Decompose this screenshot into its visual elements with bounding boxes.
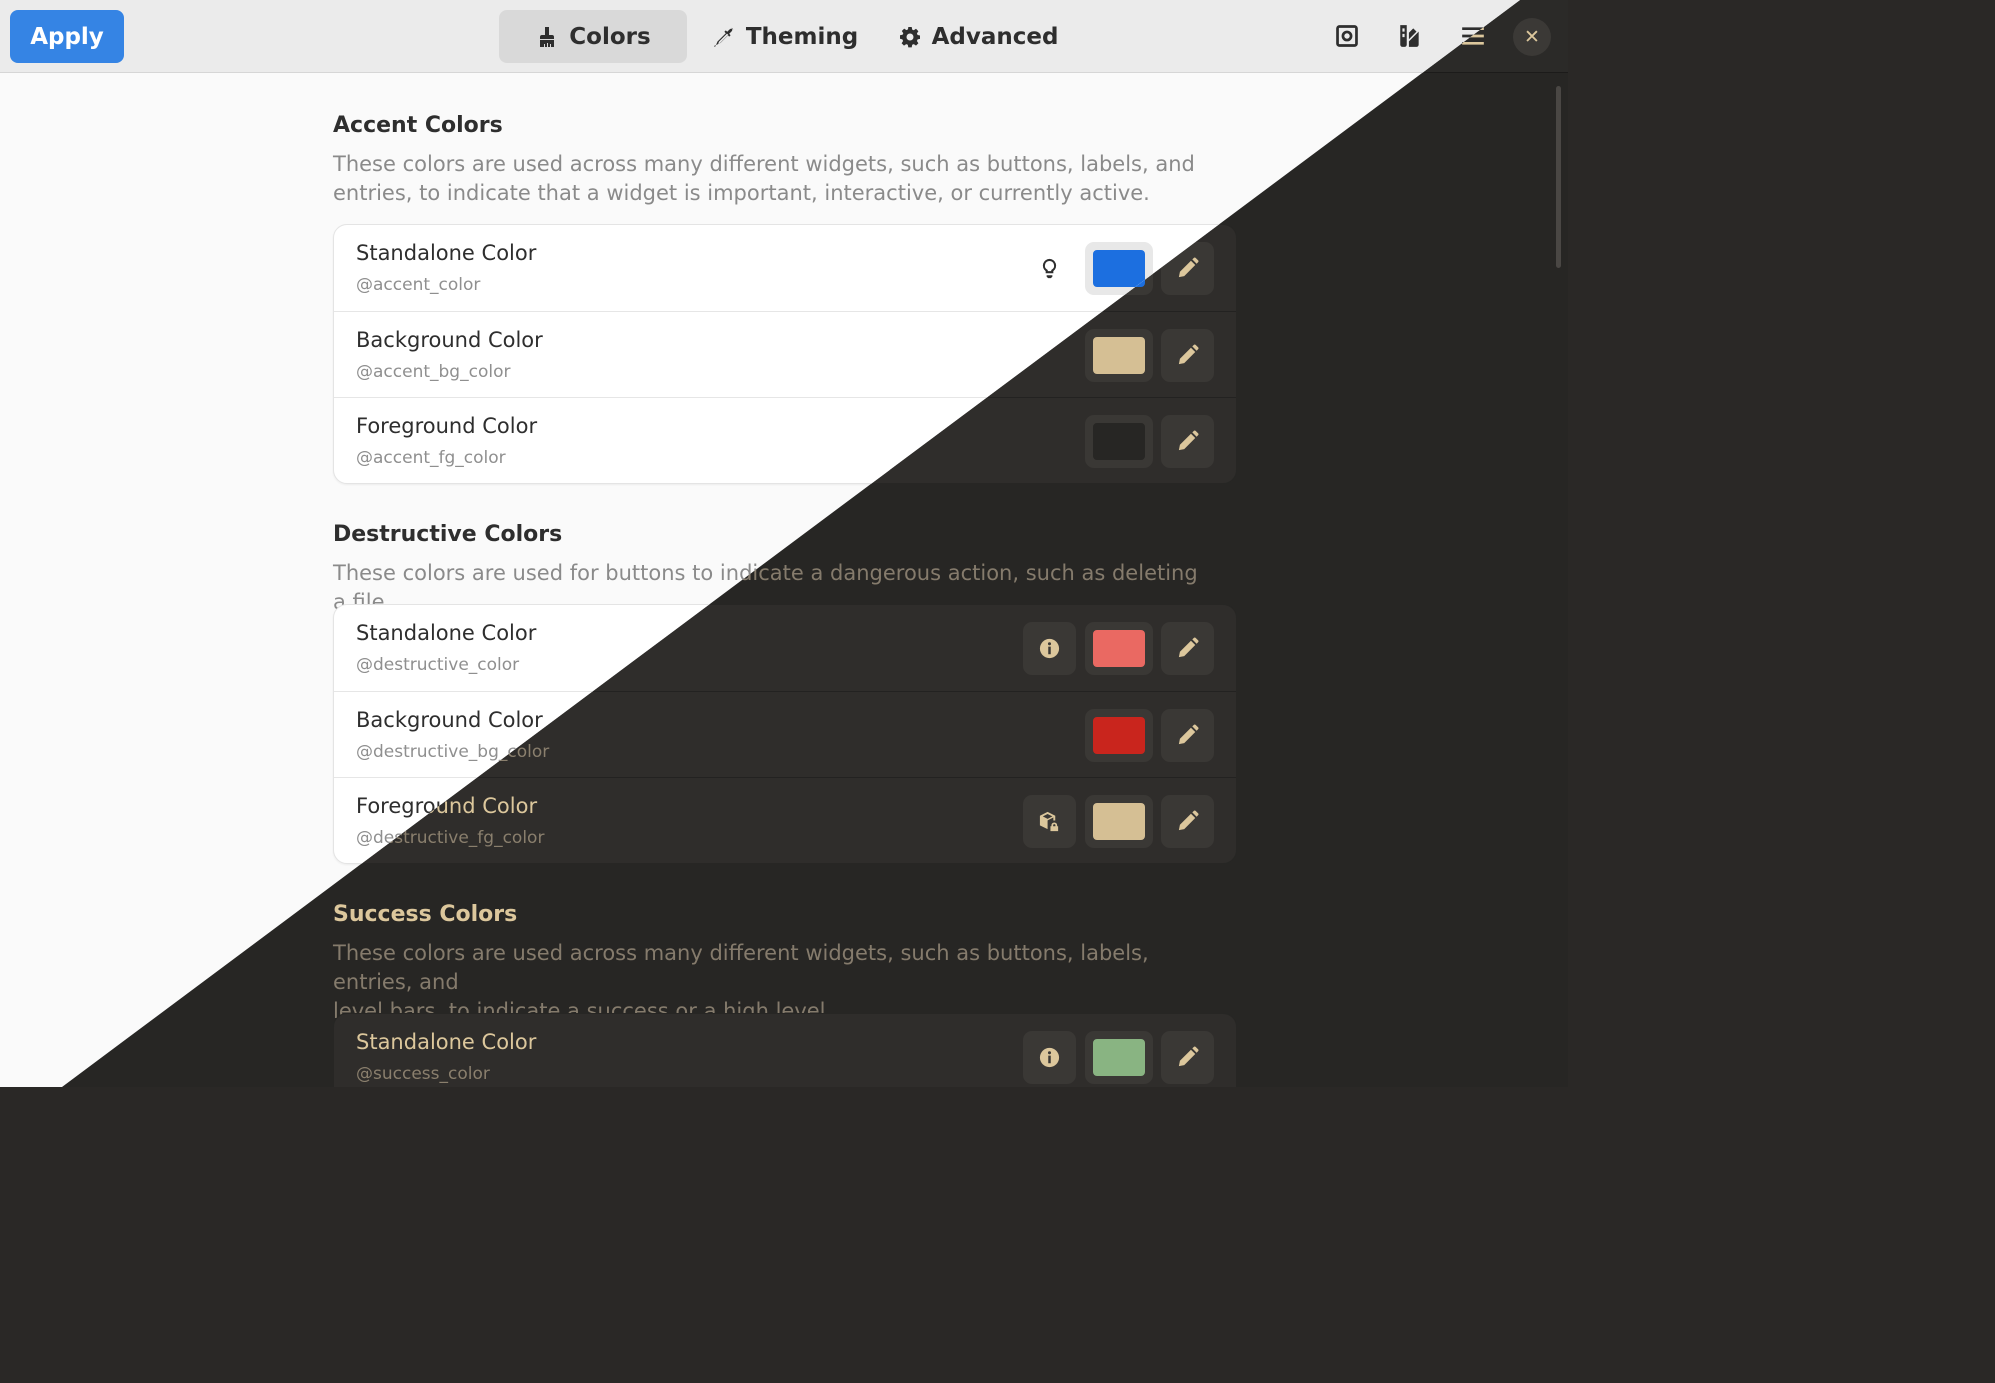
edit-button[interactable] bbox=[1161, 709, 1214, 762]
gear-icon bbox=[899, 26, 920, 47]
info-button[interactable] bbox=[1023, 622, 1076, 675]
pencil-icon bbox=[1178, 1046, 1199, 1067]
desc-line: These colors are used across many differ… bbox=[333, 152, 1195, 176]
lightbulb-icon bbox=[1042, 258, 1057, 279]
row-variable: @accent_color bbox=[356, 275, 481, 295]
row-title: Standalone Color bbox=[356, 1030, 537, 1054]
row-title: Background Color bbox=[356, 708, 543, 732]
package-lock-icon bbox=[1039, 811, 1059, 832]
color-swatch bbox=[1093, 1039, 1145, 1076]
apply-button[interactable]: Apply bbox=[10, 10, 124, 63]
tab-advanced[interactable]: Advanced bbox=[893, 10, 1063, 63]
row-variable: @accent_fg_color bbox=[356, 448, 506, 468]
row-title: Standalone Color bbox=[356, 621, 537, 645]
tab-label: Theming bbox=[745, 23, 859, 50]
pencil-icon bbox=[1178, 257, 1199, 278]
color-swatch bbox=[1093, 337, 1145, 374]
edit-button[interactable] bbox=[1161, 622, 1214, 675]
list-item: Standalone Color @accent_color bbox=[334, 225, 1236, 311]
pencil-icon bbox=[1178, 344, 1199, 365]
pencil-icon bbox=[1178, 810, 1199, 831]
row-title: Background Color bbox=[356, 328, 543, 352]
color-swatch-button[interactable] bbox=[1085, 415, 1153, 468]
color-swatch-button[interactable] bbox=[1085, 1031, 1153, 1084]
screenshot-icon[interactable] bbox=[1329, 18, 1365, 54]
package-lock-button[interactable] bbox=[1023, 795, 1076, 848]
row-title: Standalone Color bbox=[356, 241, 537, 265]
pencil-icon bbox=[1178, 430, 1199, 451]
palette-icon[interactable] bbox=[1392, 18, 1428, 54]
tab-label: Colors bbox=[569, 23, 651, 50]
section-title-destructive: Destructive Colors bbox=[333, 522, 563, 547]
tab-colors[interactable]: Colors bbox=[499, 10, 687, 63]
desc-line: entries, to indicate that a widget is im… bbox=[333, 181, 1150, 205]
color-swatch bbox=[1093, 803, 1145, 840]
list-item: Foreground Color @destructive_fg_color bbox=[334, 777, 1236, 863]
header-bar: Apply Colors Theming Advanced bbox=[0, 0, 1520, 73]
color-swatch bbox=[1093, 250, 1145, 287]
color-swatch-button[interactable] bbox=[1085, 709, 1153, 762]
color-swatch bbox=[1093, 630, 1145, 667]
eyedropper-icon bbox=[713, 27, 734, 47]
row-variable: @accent_bg_color bbox=[356, 362, 511, 382]
tab-theming[interactable]: Theming bbox=[706, 10, 864, 63]
color-swatch bbox=[1093, 423, 1145, 460]
list-item: Standalone Color @success_color bbox=[334, 1014, 1236, 1087]
edit-button[interactable] bbox=[1161, 795, 1214, 848]
pencil-icon bbox=[1178, 637, 1199, 658]
section-title-accent: Accent Colors bbox=[333, 113, 503, 138]
section-desc-accent: These colors are used across many differ… bbox=[333, 150, 1213, 208]
scrollbar-thumb[interactable] bbox=[1556, 86, 1561, 268]
brush-icon bbox=[540, 26, 555, 47]
color-swatch-button[interactable] bbox=[1085, 795, 1153, 848]
success-colors-card: Standalone Color @success_color bbox=[333, 1013, 1237, 1087]
row-title: Foreground Color bbox=[356, 414, 538, 438]
color-swatch-button[interactable] bbox=[1085, 329, 1153, 382]
color-swatch-button[interactable] bbox=[1085, 622, 1153, 675]
edit-button[interactable] bbox=[1161, 415, 1214, 468]
pencil-icon bbox=[1178, 724, 1199, 745]
edit-button[interactable] bbox=[1161, 329, 1214, 382]
row-variable: @success_color bbox=[356, 1064, 490, 1084]
edit-button[interactable] bbox=[1161, 1031, 1214, 1084]
info-icon bbox=[1039, 638, 1060, 659]
row-variable: @destructive_color bbox=[356, 655, 520, 675]
app-window: Apply Colors Theming Advanced ✕ bbox=[0, 0, 1568, 1087]
lightbulb-button[interactable] bbox=[1023, 242, 1076, 295]
scrollbar[interactable] bbox=[1556, 86, 1561, 268]
section-title-success: Success Colors bbox=[333, 902, 518, 927]
tab-label: Advanced bbox=[931, 23, 1059, 50]
close-button[interactable]: ✕ bbox=[1513, 18, 1551, 56]
color-swatch bbox=[1093, 717, 1145, 754]
info-icon bbox=[1039, 1047, 1060, 1068]
desc-line: These colors are used across many differ… bbox=[333, 941, 1149, 994]
info-button[interactable] bbox=[1023, 1031, 1076, 1084]
